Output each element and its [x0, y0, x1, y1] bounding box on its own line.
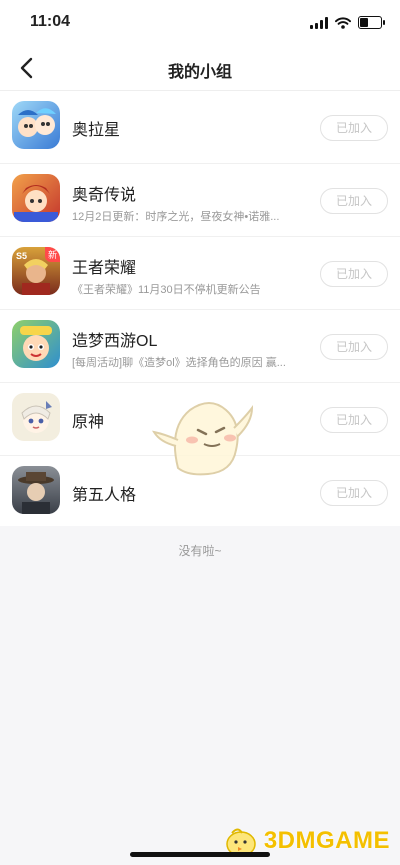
battery-icon	[358, 16, 385, 29]
joined-button[interactable]: 已加入	[320, 261, 388, 287]
cellular-signal-icon	[310, 16, 328, 29]
group-name: 奥奇传说	[72, 187, 137, 204]
status-icons	[310, 16, 385, 29]
status-time: 11:04	[30, 13, 71, 30]
group-item[interactable]: 造梦西游OL [每周活动]聊《造梦ol》选择角色的原因 赢... 已加入	[0, 310, 400, 383]
group-name: 奥拉星	[72, 122, 121, 139]
group-name: 王者荣耀	[72, 260, 137, 277]
group-name: 原神	[72, 414, 105, 431]
wifi-icon	[335, 16, 351, 29]
svg-text:S5: S5	[16, 251, 27, 261]
status-bar: 11:04	[0, 0, 400, 46]
joined-button[interactable]: 已加入	[320, 115, 388, 141]
group-avatar	[12, 466, 60, 514]
group-item[interactable]: S5 新 王者荣耀 《王者荣耀》11月30日不停机更新公告 已加入	[0, 237, 400, 310]
new-badge: 新	[44, 247, 60, 262]
joined-button[interactable]: 已加入	[320, 334, 388, 360]
group-latest-post: 12月2日更新：时序之光，昼夜女神•诺雅...	[72, 211, 280, 223]
end-of-list-note: 没有啦~	[178, 544, 222, 558]
group-latest-post: [每周活动]聊《造梦ol》选择角色的原因 赢...	[72, 357, 286, 369]
joined-button[interactable]: 已加入	[320, 188, 388, 214]
group-name: 第五人格	[72, 487, 137, 504]
group-latest-post: 《王者荣耀》11月30日不停机更新公告	[72, 284, 261, 296]
group-item[interactable]: 奥拉星 已加入	[0, 91, 400, 164]
watermark-text: 3DMGAME	[263, 827, 390, 854]
group-avatar	[12, 393, 60, 441]
page-title: 我的小组	[167, 64, 232, 81]
group-avatar: S5 新	[12, 247, 60, 295]
joined-button[interactable]: 已加入	[320, 407, 388, 433]
group-item[interactable]: 奥奇传说 12月2日更新：时序之光，昼夜女神•诺雅... 已加入	[0, 164, 400, 237]
mascot-illustration	[151, 402, 254, 476]
group-avatar	[12, 320, 60, 368]
nav-bar: 我的小组	[0, 46, 400, 91]
group-avatar	[12, 174, 60, 222]
home-indicator[interactable]	[130, 852, 270, 857]
group-avatar	[12, 101, 60, 149]
group-name: 造梦西游OL	[72, 333, 158, 350]
joined-button[interactable]: 已加入	[320, 480, 388, 506]
